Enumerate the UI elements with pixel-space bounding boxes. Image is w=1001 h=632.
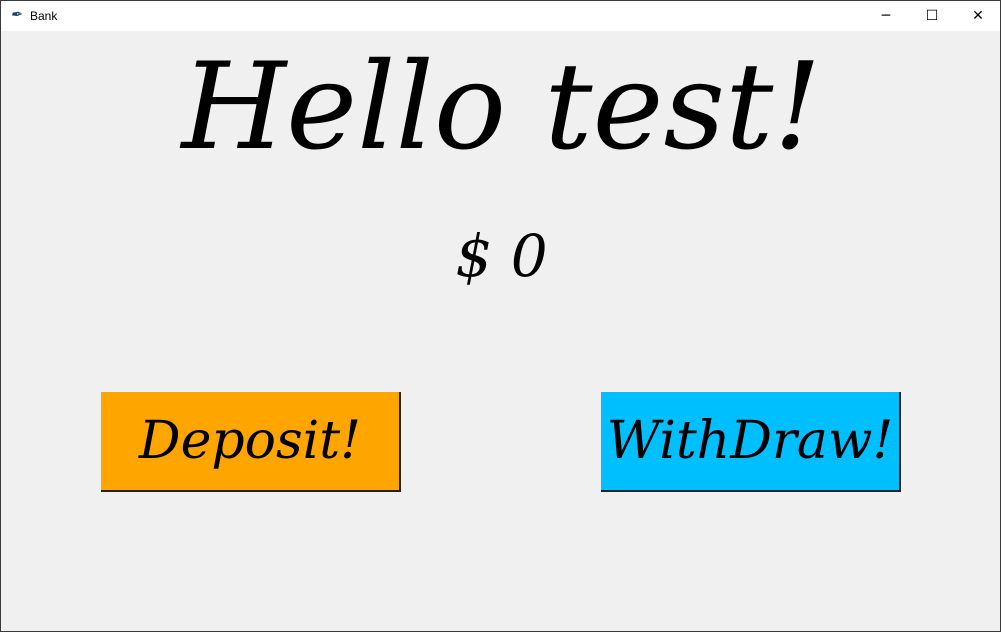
withdraw-button[interactable]: WithDraw!	[601, 392, 901, 492]
app-window: ✒ Bank ─ ☐ ✕ Hello test! $ 0 Deposit! Wi…	[0, 0, 1001, 632]
feather-icon: ✒	[10, 7, 22, 23]
deposit-button[interactable]: Deposit!	[101, 392, 401, 492]
minimize-button[interactable]: ─	[863, 1, 909, 31]
greeting-label: Hello test!	[181, 38, 822, 177]
maximize-button[interactable]: ☐	[909, 1, 955, 31]
window-title: Bank	[30, 9, 58, 23]
balance-label: $ 0	[455, 222, 548, 290]
close-button[interactable]: ✕	[955, 1, 1001, 31]
title-bar[interactable]: ✒ Bank ─ ☐ ✕	[1, 1, 1000, 31]
